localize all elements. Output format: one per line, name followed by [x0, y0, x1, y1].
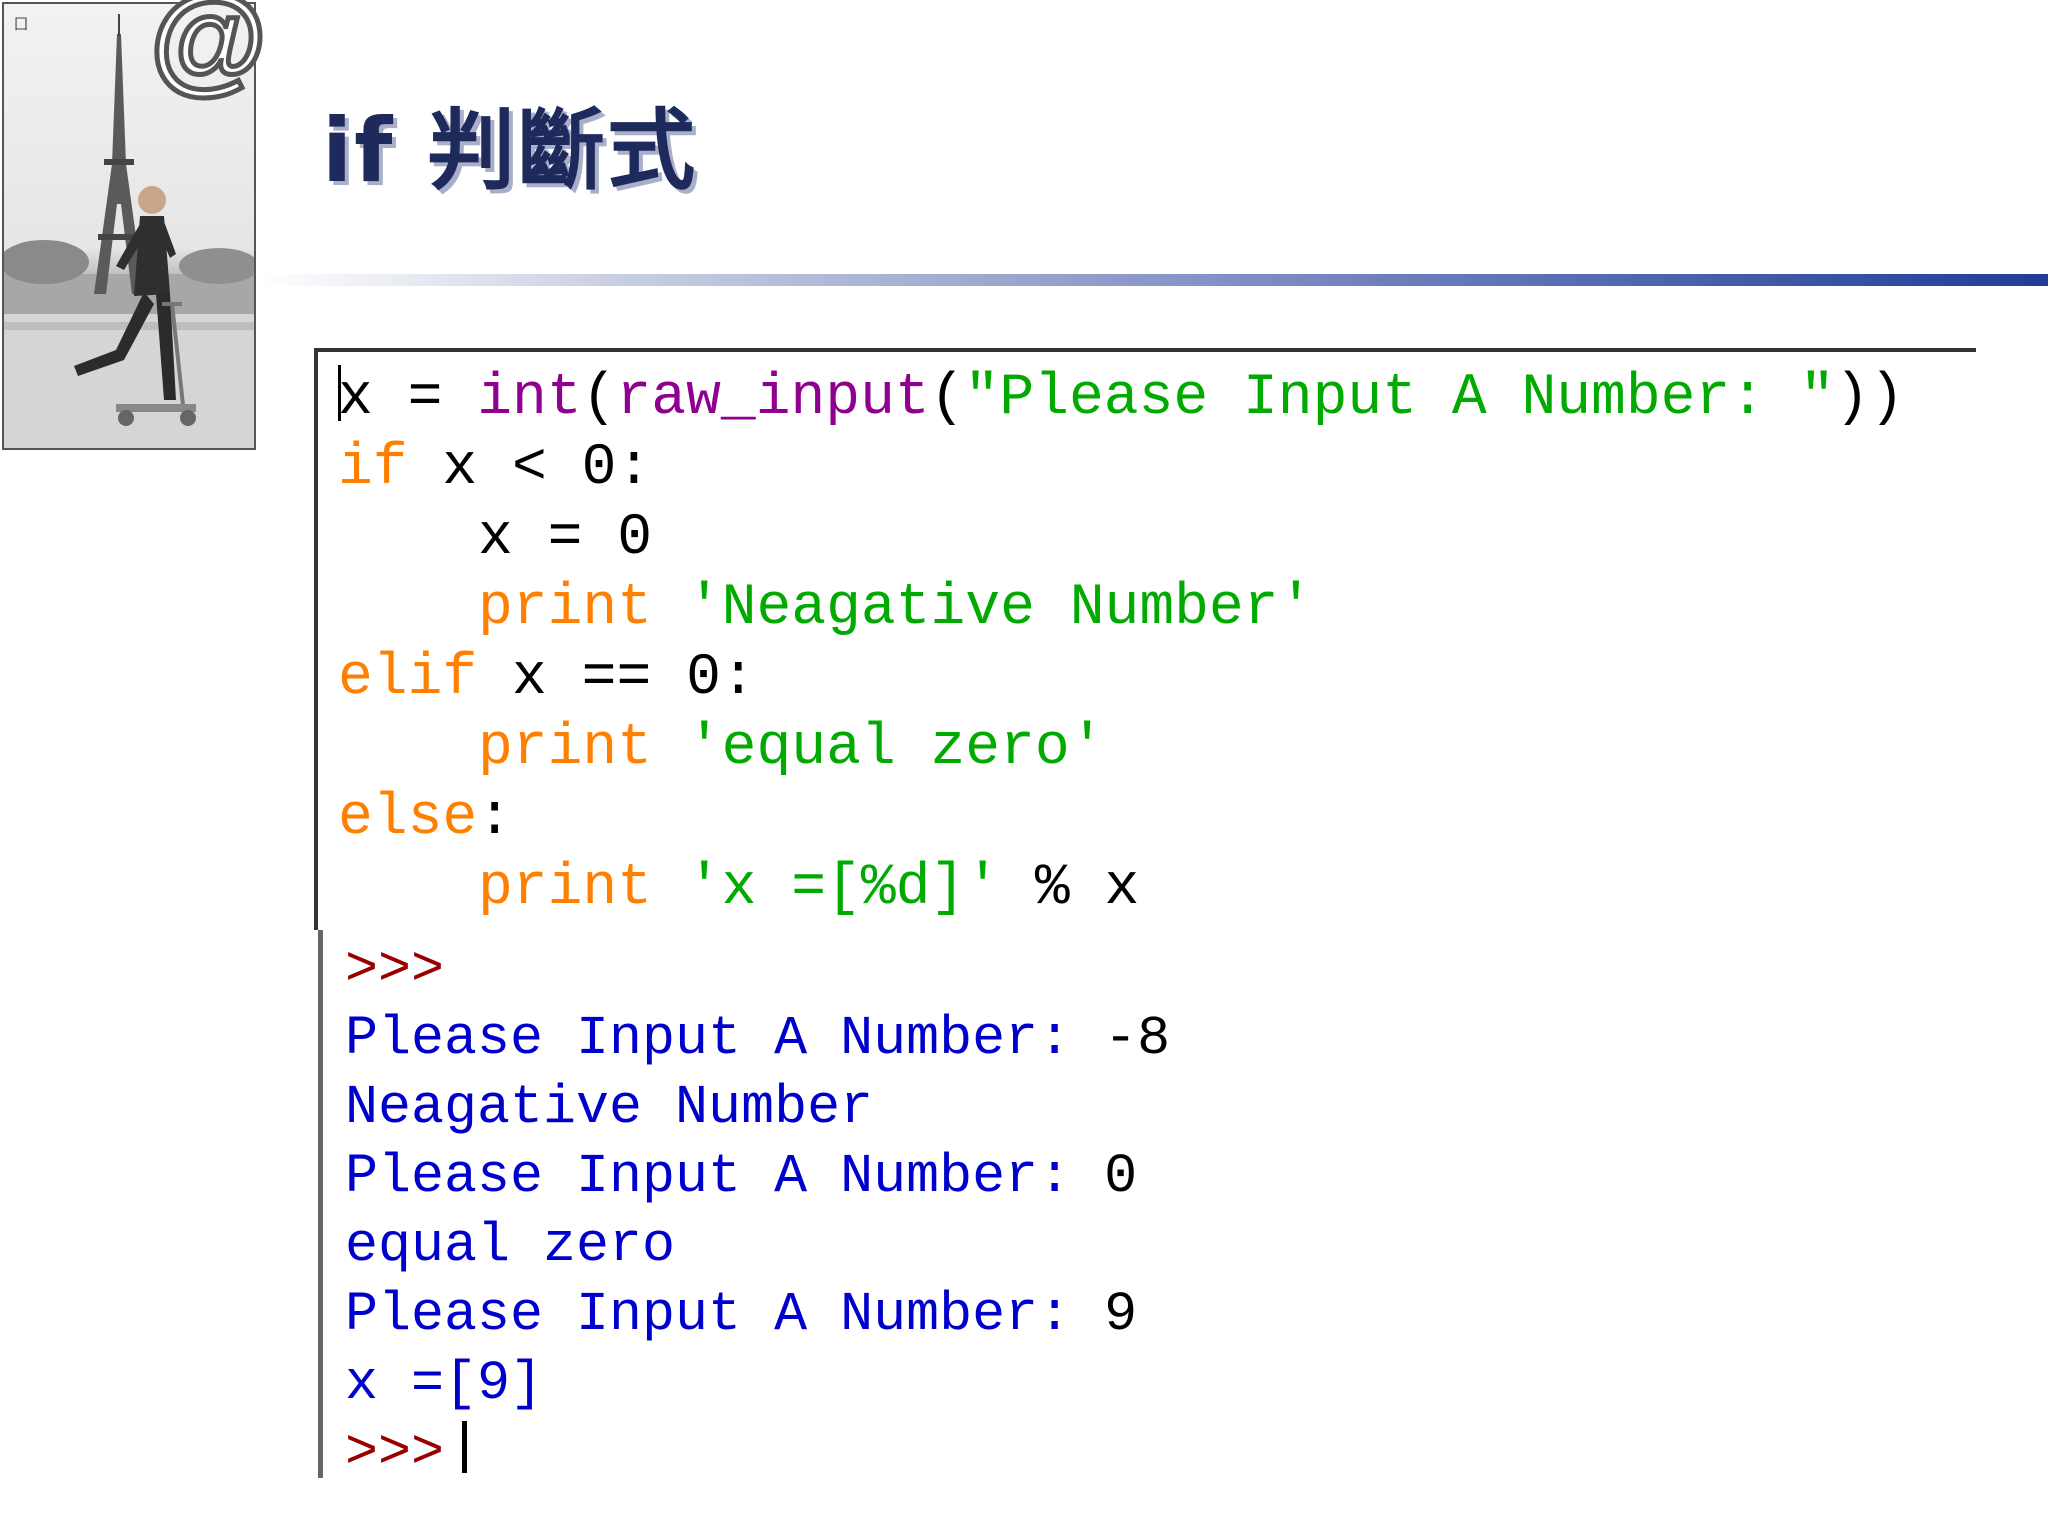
shell-line: x =[9] [323, 1349, 1718, 1418]
code-token: print [478, 576, 653, 641]
shell-line: Please Input A Number: -8 [323, 1004, 1718, 1073]
shell-output: Please Input A Number: [345, 1007, 1105, 1070]
code-token: x == 0: [477, 646, 756, 711]
python-shell[interactable]: >>> Please Input A Number: -8 Neagative … [318, 930, 1718, 1484]
code-editor[interactable]: x = int(raw_input("Please Input A Number… [314, 348, 1976, 930]
code-token: "Please Input A Number: " [964, 366, 1835, 431]
shell-output: Neagative Number [345, 1076, 874, 1139]
code-token: elif [338, 646, 478, 711]
code-line-5: elif x == 0: [318, 644, 1976, 714]
code-line-8: print 'x =[%d]' % x [318, 854, 1976, 924]
slide-title: if 判斷式 [322, 99, 698, 202]
code-token: ( [929, 366, 965, 431]
code-token: = [372, 366, 478, 431]
shell-line: Neagative Number [323, 1073, 1718, 1142]
code-line-1: x = int(raw_input("Please Input A Number… [318, 364, 1976, 434]
code-token: ( [581, 366, 617, 431]
shell-line: Please Input A Number: 9 [323, 1280, 1718, 1349]
code-token: x [338, 366, 373, 431]
shell-line[interactable]: >>> [323, 1418, 1718, 1487]
code-line-4: print 'Neagative Number' [318, 574, 1976, 644]
code-token: 'Neagative Number' [686, 576, 1314, 641]
code-line-7: else: [318, 784, 1976, 854]
code-line-6: print 'equal zero' [318, 714, 1976, 784]
code-line-2: if x < 0: [318, 434, 1976, 504]
code-token: else [338, 786, 478, 851]
code-token: 'equal zero' [686, 716, 1105, 781]
code-token: int [477, 366, 582, 431]
code-line-3: x = 0 [318, 504, 1976, 574]
title-divider [256, 274, 2048, 286]
shell-output: Please Input A Number: [345, 1283, 1105, 1346]
code-token: x < 0: [407, 436, 652, 501]
code-token: raw_input [616, 366, 930, 431]
shell-prompt: >>> [345, 1421, 445, 1484]
shell-output: Please Input A Number: [345, 1145, 1105, 1208]
shell-input: -8 [1104, 1007, 1171, 1070]
shell-output: x =[9] [345, 1352, 544, 1415]
code-token: : [477, 786, 513, 851]
shell-output: equal zero [345, 1214, 676, 1277]
code-token: 'x =[%d]' [686, 856, 1001, 921]
code-token: x = 0 [478, 506, 653, 571]
shell-input: 0 [1104, 1145, 1138, 1208]
code-token: print [478, 716, 653, 781]
shell-cursor [462, 1421, 468, 1473]
shell-line: Please Input A Number: 0 [323, 1142, 1718, 1211]
at-sign-icon: @ [147, 0, 269, 105]
shell-line: >>> [323, 935, 1718, 1004]
corner-mark: 囗 [14, 17, 28, 33]
shell-prompt: >>> [345, 938, 445, 1001]
code-token: % x [1000, 856, 1140, 921]
code-token: )) [1834, 366, 1905, 431]
shell-line: equal zero [323, 1211, 1718, 1280]
shell-input: 9 [1104, 1283, 1138, 1346]
code-token: if [338, 436, 408, 501]
code-token: print [478, 856, 653, 921]
